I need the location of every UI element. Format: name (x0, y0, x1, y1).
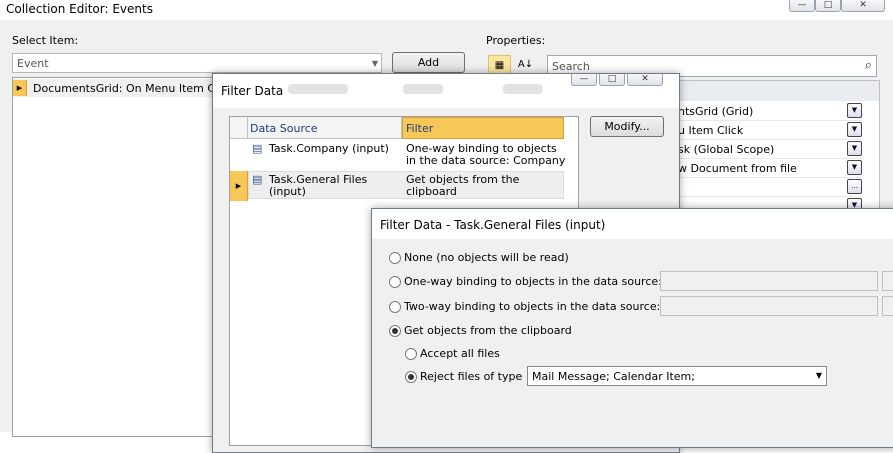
data-source-cell: Task.Company (input) (269, 142, 389, 155)
reject-types-dropdown[interactable]: Mail Message; Calendar Item; ▼ (527, 366, 827, 386)
close-button[interactable]: ✕ (841, 0, 885, 12)
minimize-button[interactable]: — (789, 0, 815, 12)
chevron-down-icon: ▼ (815, 371, 822, 380)
two-way-source-field[interactable] (660, 296, 878, 316)
radio-none[interactable] (389, 252, 401, 264)
property-value: w Document from file (678, 162, 797, 175)
main-window-title: Collection Editor: Events (6, 2, 153, 16)
filter-data-titlebar: Filter Data — □ ✕ (213, 74, 679, 108)
filter-cell: Get objects from the clipboard (406, 173, 520, 198)
column-header-data-source[interactable]: Data Source (248, 117, 402, 139)
radio-accept-all[interactable] (405, 348, 417, 360)
minimize-button[interactable]: — (571, 74, 597, 86)
dropdown-arrow-icon[interactable]: ▼ (847, 122, 862, 137)
radio-one-way-label: One-way binding to objects in the data s… (404, 275, 662, 288)
radio-accept-all-label: Accept all files (420, 347, 500, 360)
ellipsis-icon[interactable]: ▼ (847, 160, 862, 175)
main-titlebar: Collection Editor: Events — □ ✕ (0, 0, 893, 20)
one-way-source-field[interactable] (660, 271, 878, 291)
items-list: ▶ DocumentsGrid: On Menu Item Click (12, 77, 234, 437)
table-row[interactable]: ▤ Task.Company (input) One-way binding t… (230, 140, 578, 170)
property-row[interactable]: w Document from file ▼ (676, 159, 862, 178)
list-item[interactable]: ▶ DocumentsGrid: On Menu Item Click (13, 79, 234, 97)
maximize-button[interactable]: □ (599, 74, 625, 86)
column-header-label: Data Source (250, 122, 318, 135)
property-row[interactable]: u Item Click ▼ (676, 121, 862, 140)
event-combo-value: Event (17, 57, 49, 70)
radio-reject[interactable] (405, 371, 417, 383)
radio-clipboard[interactable] (389, 325, 401, 337)
column-header-filter[interactable]: Filter (402, 117, 564, 139)
property-value: sk (Global Scope) (678, 143, 775, 156)
property-row[interactable]: ntsGrid (Grid) ▼ (676, 102, 862, 121)
reject-types-value: Mail Message; Calendar Item; (532, 370, 695, 383)
add-button[interactable]: Add (392, 52, 465, 73)
radio-two-way-label: Two-way binding to objects in the data s… (404, 300, 661, 313)
radio-none-label: None (no objects will be read) (404, 251, 569, 264)
grid-corner (230, 117, 248, 139)
radio-one-way[interactable] (389, 276, 401, 288)
filter-detail-title: Filter Data - Task.General Files (input) (380, 218, 606, 232)
property-value: ntsGrid (Grid) (678, 105, 754, 118)
blurred-text (403, 84, 443, 94)
filter-detail-titlebar: Filter Data - Task.General Files (input) (372, 209, 893, 239)
search-input[interactable]: Search (552, 60, 590, 73)
modify-button[interactable]: Modify... (590, 116, 664, 137)
radio-two-way[interactable] (389, 301, 401, 313)
ellipsis-icon[interactable]: ... (847, 179, 862, 194)
search-icon[interactable]: ⌕ (865, 58, 872, 73)
properties-label: Properties: (486, 34, 546, 47)
dropdown-arrow-icon[interactable]: ▼ (847, 141, 862, 156)
blurred-text (288, 84, 348, 94)
property-row[interactable]: ... (676, 178, 862, 197)
property-value: u Item Click (678, 124, 744, 137)
chevron-down-icon: ▼ (371, 59, 378, 68)
radio-clipboard-label: Get objects from the clipboard (404, 324, 572, 337)
blurred-text (503, 84, 543, 94)
table-row[interactable]: ▶ ▤ Task.General Files (input) Get objec… (230, 171, 578, 201)
row-pointer-icon: ▶ (13, 80, 27, 96)
table-icon: ▤ (252, 173, 263, 186)
data-source-cell: Task.General Files (input) (269, 173, 368, 198)
event-combo[interactable]: Event ▼ (12, 53, 382, 73)
column-header-label: Filter (406, 122, 434, 135)
maximize-button[interactable]: □ (815, 0, 841, 12)
filter-detail-dialog: Filter Data - Task.General Files (input)… (371, 208, 893, 448)
filter-data-title: Filter Data (221, 84, 284, 98)
row-pointer-icon: ▶ (230, 171, 248, 201)
close-button[interactable]: ✕ (627, 74, 663, 86)
select-item-label: Select Item: (12, 34, 79, 47)
dropdown-arrow-icon[interactable]: ▼ (847, 103, 862, 118)
one-way-browse-button[interactable] (882, 271, 893, 291)
two-way-browse-button[interactable] (882, 296, 893, 316)
property-row[interactable]: sk (Global Scope) ▼ (676, 140, 862, 159)
list-item-label: DocumentsGrid: On Menu Item Click (33, 82, 234, 95)
filter-cell: One-way binding to objects in the data s… (406, 142, 566, 167)
radio-reject-label: Reject files of type (420, 370, 523, 383)
table-icon: ▤ (252, 142, 263, 155)
